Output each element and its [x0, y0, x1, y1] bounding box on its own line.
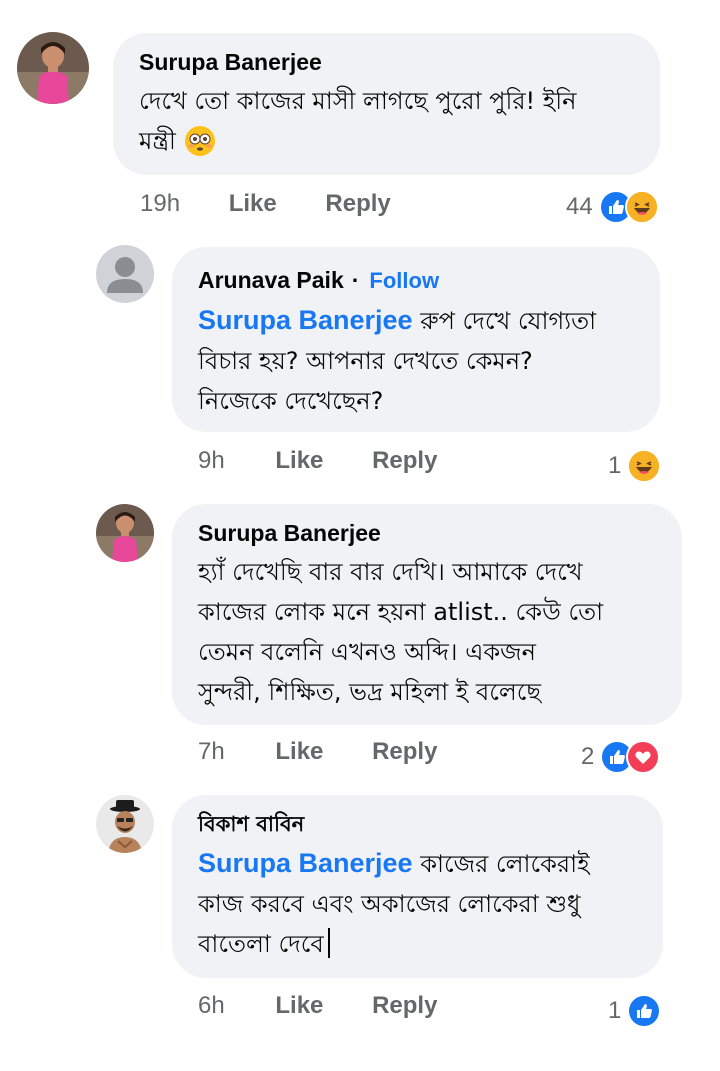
reaction-summary[interactable]: 2 [581, 740, 661, 774]
cartoon-avatar-icon [96, 795, 154, 853]
mention-link[interactable]: Surupa Banerjee [198, 305, 413, 335]
comment-author[interactable]: Arunava Paik [198, 267, 344, 293]
follow-button[interactable]: Follow [369, 268, 439, 293]
default-profile-icon [96, 245, 154, 303]
avatar[interactable] [17, 32, 89, 104]
like-reaction-icon [627, 994, 662, 1028]
mention-link[interactable]: Surupa Banerjee [198, 848, 413, 878]
like-button[interactable]: Like [275, 992, 323, 1020]
comment-1: Surupa Banerjee দেখে তো কাজের মাসী লাগছে… [0, 0, 720, 235]
haha-reaction-icon [627, 449, 662, 483]
comment-4: বিকাশ বাবিন Surupa Banerjee কাজের লোকেরা… [0, 790, 720, 1071]
comment-3: Surupa Banerjee হ্যাঁ দেখেছি বার বার দেখ… [0, 500, 720, 790]
avatar[interactable] [96, 504, 154, 562]
reaction-count: 44 [566, 193, 593, 220]
comment-bubble: বিকাশ বাবিন Surupa Banerjee কাজের লোকেরা… [172, 795, 663, 978]
reply-button[interactable]: Reply [325, 190, 390, 218]
separator-dot: · [351, 267, 360, 293]
reply-button[interactable]: Reply [372, 992, 437, 1020]
comment-line: রুপ দেখে যোগ্যতা [420, 307, 597, 335]
comment-line-with-emoji: মন্ত্রী [139, 121, 660, 161]
reaction-count: 2 [581, 743, 595, 770]
text-cursor [327, 928, 330, 958]
comment-time[interactable]: 19h [140, 190, 180, 218]
comment-actions: 9h Like Reply [198, 447, 437, 475]
reaction-summary[interactable]: 1 [608, 994, 662, 1028]
profile-photo-icon [96, 504, 154, 562]
comment-bubble: Arunava Paik · Follow Surupa Banerjee রুপ … [172, 247, 660, 432]
comment-time[interactable]: 9h [198, 447, 225, 475]
comment-text: দেখে তো কাজের মাসী লাগছে পুরো পুরি! ইনি … [139, 81, 660, 161]
comment-line: দেখে তো কাজের মাসী লাগছে পুরো পুরি! ইনি [139, 87, 577, 115]
comment-bubble: Surupa Banerjee হ্যাঁ দেখেছি বার বার দেখ… [172, 504, 682, 725]
reaction-summary[interactable]: 1 [608, 449, 662, 483]
comment-line: বাতেলা দেবে [198, 930, 324, 958]
comment-line: তেমন বলেনি এখনও অব্দি। একজন [198, 638, 536, 666]
comment-actions: 19h Like Reply [140, 190, 391, 218]
like-button[interactable]: Like [275, 447, 323, 475]
comment-actions: 6h Like Reply [198, 992, 437, 1020]
comment-time[interactable]: 6h [198, 992, 225, 1020]
comment-text: Surupa Banerjee রুপ দেখে যোগ্যতা বিচার হ… [198, 300, 660, 421]
comment-actions: 7h Like Reply [198, 738, 437, 766]
comment-line: কাজের লোকেরাই [420, 850, 590, 878]
reaction-summary[interactable]: 44 [566, 190, 659, 224]
comment-2: Arunava Paik · Follow Surupa Banerjee রুপ … [0, 235, 720, 500]
comment-line: বিচার হয়? আপনার দেখতে কেমন? [198, 347, 533, 375]
comment-line: হ্যাঁ দেখেছি বার বার দেখি। আমাকে দেখে [198, 558, 583, 586]
reply-button[interactable]: Reply [372, 738, 437, 766]
comment-text: Surupa Banerjee কাজের লোকেরাই কাজ করবে এ… [198, 843, 663, 964]
comment-line: কাজের লোক মনে হয়না atlist.. কেউ তো [198, 598, 604, 626]
comment-time[interactable]: 7h [198, 738, 225, 766]
comment-author[interactable]: বিকাশ বাবিন [198, 809, 663, 839]
haha-reaction-icon [624, 190, 659, 224]
profile-photo-icon [17, 32, 89, 104]
love-reaction-icon [626, 740, 661, 774]
comment-line: মন্ত্রী [139, 127, 176, 155]
comment-author[interactable]: Surupa Banerjee [139, 47, 660, 77]
flushed-face-emoji-icon [184, 126, 215, 156]
comment-line: সুন্দরী, শিক্ষিত, ভদ্র মহিলা ই বলেছে [198, 678, 541, 706]
avatar[interactable] [96, 795, 154, 853]
like-button[interactable]: Like [275, 738, 323, 766]
reaction-count: 1 [608, 997, 622, 1024]
reply-button[interactable]: Reply [372, 447, 437, 475]
comment-author-row: Arunava Paik · Follow [198, 265, 660, 296]
comment-line: নিজেকে দেখেছেন? [198, 387, 384, 415]
comment-line: কাজ করবে এবং অকাজের লোকেরা শুধু [198, 890, 581, 918]
comment-bubble: Surupa Banerjee দেখে তো কাজের মাসী লাগছে… [113, 33, 660, 175]
like-button[interactable]: Like [229, 190, 277, 218]
comment-author[interactable]: Surupa Banerjee [198, 518, 682, 548]
avatar[interactable] [96, 245, 154, 303]
reaction-count: 1 [608, 452, 622, 479]
comment-text: হ্যাঁ দেখেছি বার বার দেখি। আমাকে দেখে কা… [198, 552, 682, 712]
